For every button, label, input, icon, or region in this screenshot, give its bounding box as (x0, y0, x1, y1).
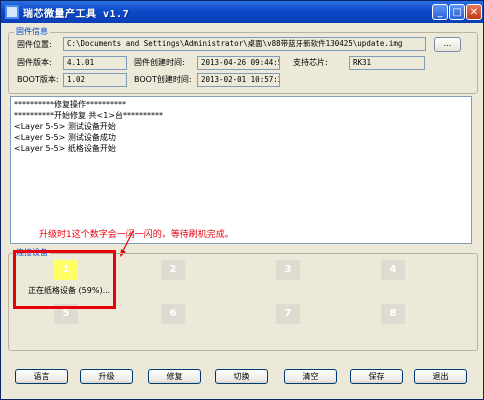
device-slot-2[interactable]: 2 (161, 260, 185, 280)
log-line: <Layer 5-5> 测试设备开始 (14, 122, 116, 131)
firmware-path-label: 固件位置: (17, 40, 52, 49)
boot-version-field: 1.02 (63, 73, 127, 87)
log-output[interactable]: **********修复操作********** **********开始修复 … (10, 96, 472, 244)
device-slot-7[interactable]: 7 (276, 304, 300, 324)
close-icon[interactable]: ✕ (466, 4, 482, 20)
clear-button[interactable]: 清空 (284, 369, 337, 384)
chip-field: RK31 (349, 56, 425, 70)
boot-created-field: 2013-02-01 10:57:34 (197, 73, 280, 87)
log-line: **********开始修复 共<1>台********** (14, 111, 164, 120)
firmware-version-label: 固件版本: (17, 58, 52, 67)
app-icon (5, 5, 19, 19)
title-bar: 瑞芯微量产工具 v1.7 _ □ ✕ (1, 1, 483, 23)
device-slot-6[interactable]: 6 (161, 304, 185, 324)
repair-button[interactable]: 修复 (148, 369, 201, 384)
minimize-icon[interactable]: _ (432, 4, 448, 20)
annotation-text: 升级时1这个数字会一闪一闪的，等待刷机完成。 (39, 230, 234, 240)
window-title: 瑞芯微量产工具 v1.7 (23, 9, 130, 20)
switch-button[interactable]: 切换 (215, 369, 268, 384)
log-line: **********修复操作********** (14, 100, 126, 109)
log-line: <Layer 5-5> 纸格设备开始 (14, 144, 116, 153)
save-button[interactable]: 保存 (350, 369, 403, 384)
firmware-version-field: 4.1.01 (63, 56, 127, 70)
language-button[interactable]: 语言 (15, 369, 68, 384)
firmware-created-field: 2013-04-26 09:44:53 (197, 56, 280, 70)
device-slot-8[interactable]: 8 (381, 304, 405, 324)
log-line: <Layer 5-5> 测试设备成功 (14, 133, 116, 142)
device-slot-3[interactable]: 3 (276, 260, 300, 280)
exit-button[interactable]: 退出 (414, 369, 467, 384)
firmware-info-title: 固件信息 (14, 27, 50, 37)
upgrade-button[interactable]: 升级 (80, 369, 133, 384)
browse-button[interactable]: ... (434, 37, 461, 52)
firmware-path-field[interactable]: C:\Documents and Settings\Administrator\… (63, 37, 426, 51)
app-window: 瑞芯微量产工具 v1.7 _ □ ✕ 固件信息 固件位置: C:\Documen… (0, 0, 484, 400)
device-slot-4[interactable]: 4 (381, 260, 405, 280)
boot-created-label: BOOT创建时间: (134, 75, 192, 84)
maximize-icon[interactable]: □ (449, 4, 465, 20)
chip-label: 支持芯片: (293, 58, 328, 67)
firmware-created-label: 固件创建时间: (134, 58, 185, 67)
annotation-highlight-box (13, 250, 116, 309)
boot-version-label: BOOT版本: (17, 75, 59, 84)
